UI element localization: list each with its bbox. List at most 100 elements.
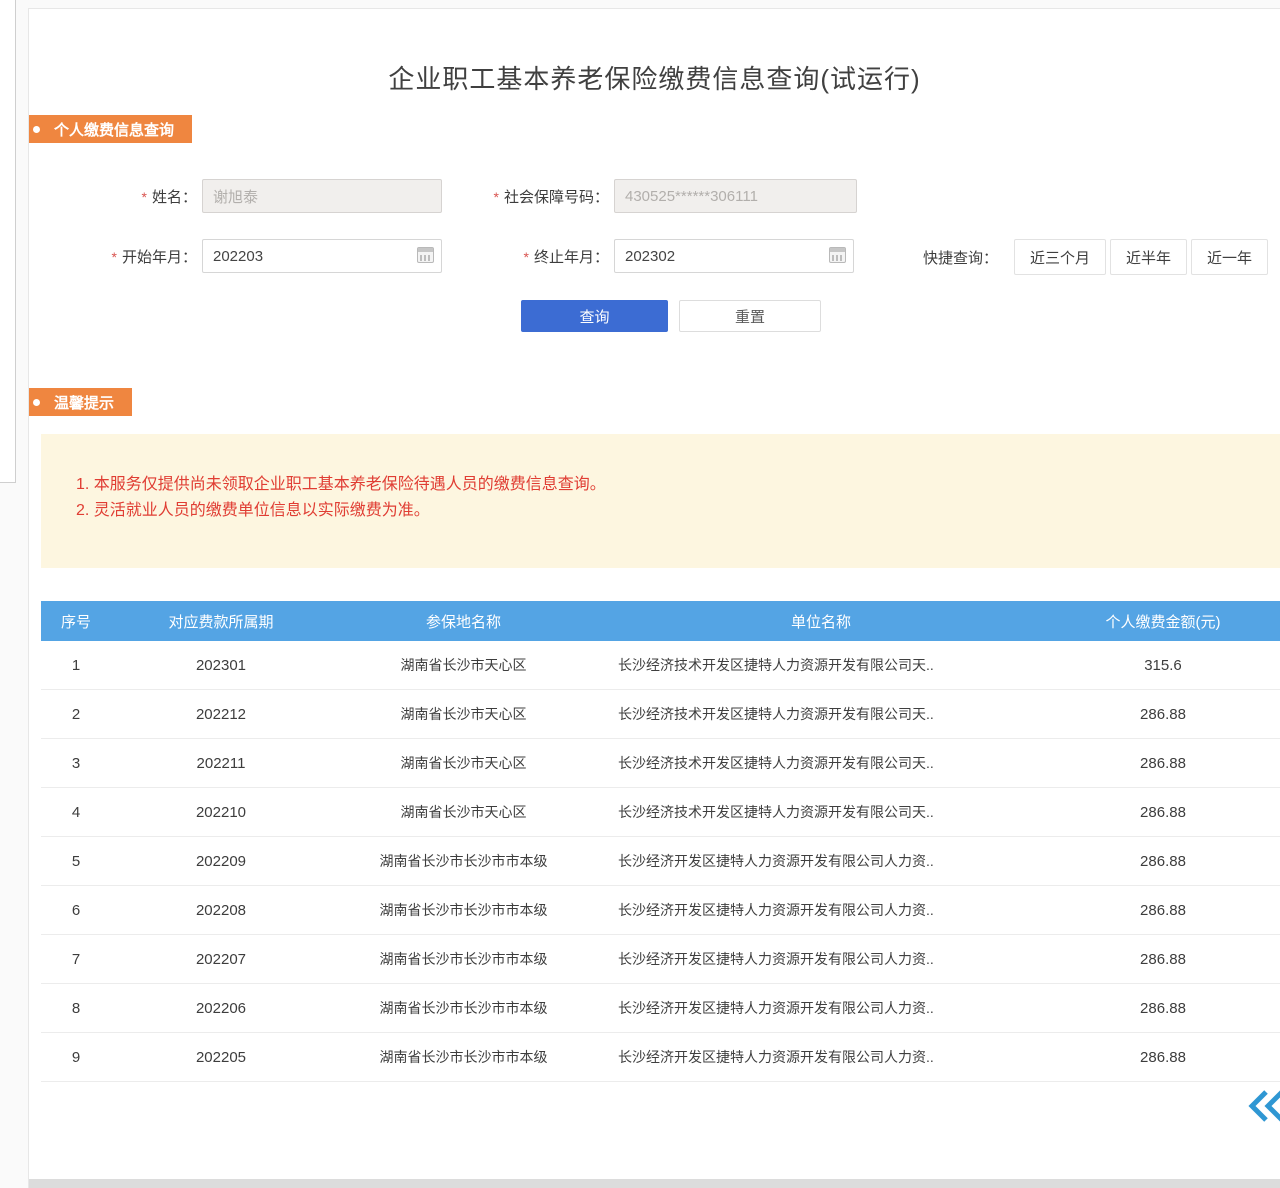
quick-query-label: 快捷查询： xyxy=(923,247,998,268)
col-header-place: 参保地名称 xyxy=(331,611,596,632)
cell-period: 202209 xyxy=(111,853,331,870)
quick-btn-one-year[interactable]: 近一年 xyxy=(1191,239,1268,275)
start-month-field-group: *开始年月： xyxy=(89,239,442,273)
left-sidebar-strip xyxy=(0,0,16,483)
bullet-icon xyxy=(33,126,40,133)
required-asterisk: * xyxy=(494,189,499,205)
cell-company: 长沙经济技术开发区捷特人力资源开发有限公司天.. xyxy=(596,753,1046,773)
cell-place: 湖南省长沙市天心区 xyxy=(331,704,596,724)
quick-btn-3months[interactable]: 近三个月 xyxy=(1014,239,1106,275)
cell-amount: 286.88 xyxy=(1046,853,1280,870)
cell-seq: 2 xyxy=(41,706,111,723)
start-month-input[interactable] xyxy=(202,239,442,273)
cell-place: 湖南省长沙市天心区 xyxy=(331,802,596,822)
cell-amount: 286.88 xyxy=(1046,1049,1280,1066)
cell-amount: 315.6 xyxy=(1046,657,1280,674)
notice-line: 1. 本服务仅提供尚未领取企业职工基本养老保险待遇人员的缴费信息查询。 xyxy=(76,472,1260,498)
cell-place: 湖南省长沙市长沙市市本级 xyxy=(331,900,596,920)
required-asterisk: * xyxy=(524,249,529,265)
col-header-amount: 个人缴费金额(元) xyxy=(1046,611,1280,632)
table-header-row: 序号 对应费款所属期 参保地名称 单位名称 个人缴费金额(元) xyxy=(41,601,1280,641)
cell-company: 长沙经济技术开发区捷特人力资源开发有限公司天.. xyxy=(596,655,1046,675)
required-asterisk: * xyxy=(112,249,117,265)
table-row: 9 202205 湖南省长沙市长沙市市本级 长沙经济开发区捷特人力资源开发有限公… xyxy=(41,1033,1280,1082)
cell-company: 长沙经济开发区捷特人力资源开发有限公司人力资.. xyxy=(596,998,1046,1018)
col-header-seq: 序号 xyxy=(41,611,111,632)
double-left-chevron-icon[interactable] xyxy=(1248,1087,1280,1125)
calendar-icon[interactable] xyxy=(417,247,434,263)
cell-company: 长沙经济技术开发区捷特人力资源开发有限公司天.. xyxy=(596,802,1046,822)
required-asterisk: * xyxy=(142,189,147,205)
cell-company: 长沙经济开发区捷特人力资源开发有限公司人力资.. xyxy=(596,1047,1046,1067)
cell-period: 202206 xyxy=(111,1000,331,1017)
table-row: 4 202210 湖南省长沙市天心区 长沙经济技术开发区捷特人力资源开发有限公司… xyxy=(41,788,1280,837)
cell-seq: 6 xyxy=(41,902,111,919)
end-month-label: *终止年月： xyxy=(469,246,609,267)
cell-place: 湖南省长沙市长沙市市本级 xyxy=(331,851,596,871)
cell-amount: 286.88 xyxy=(1046,951,1280,968)
table-row: 2 202212 湖南省长沙市天心区 长沙经济技术开发区捷特人力资源开发有限公司… xyxy=(41,690,1280,739)
results-table: 序号 对应费款所属期 参保地名称 单位名称 个人缴费金额(元) 1 202301… xyxy=(41,601,1280,1082)
cell-period: 202208 xyxy=(111,902,331,919)
section-badge-label: 个人缴费信息查询 xyxy=(54,119,174,140)
pension-query-page: 企业职工基本养老保险缴费信息查询(试运行) 个人缴费信息查询 *姓名： *社会保… xyxy=(0,0,1280,1188)
cell-place: 湖南省长沙市长沙市市本级 xyxy=(331,998,596,1018)
main-panel: 企业职工基本养老保险缴费信息查询(试运行) 个人缴费信息查询 *姓名： *社会保… xyxy=(28,8,1280,1188)
table-row: 6 202208 湖南省长沙市长沙市市本级 长沙经济开发区捷特人力资源开发有限公… xyxy=(41,886,1280,935)
cell-place: 湖南省长沙市天心区 xyxy=(331,655,596,675)
cell-period: 202207 xyxy=(111,951,331,968)
cell-period: 202205 xyxy=(111,1049,331,1066)
form-actions: 查询 重置 xyxy=(29,300,1280,332)
section-badge-label: 温馨提示 xyxy=(54,392,114,413)
end-month-input[interactable] xyxy=(614,239,854,273)
cell-company: 长沙经济开发区捷特人力资源开发有限公司人力资.. xyxy=(596,851,1046,871)
quick-query-group: 快捷查询： 近三个月 近半年 近一年 xyxy=(923,239,1268,275)
name-label: *姓名： xyxy=(119,186,197,207)
notice-line: 2. 灵活就业人员的缴费单位信息以实际缴费为准。 xyxy=(76,498,1260,524)
table-row: 3 202211 湖南省长沙市天心区 长沙经济技术开发区捷特人力资源开发有限公司… xyxy=(41,739,1280,788)
cell-amount: 286.88 xyxy=(1046,755,1280,772)
reset-button[interactable]: 重置 xyxy=(679,300,821,332)
page-title: 企业职工基本养老保险缴费信息查询(试运行) xyxy=(29,59,1280,96)
cell-amount: 286.88 xyxy=(1046,706,1280,723)
cell-amount: 286.88 xyxy=(1046,1000,1280,1017)
query-button[interactable]: 查询 xyxy=(521,300,668,332)
table-body: 1 202301 湖南省长沙市天心区 长沙经济技术开发区捷特人力资源开发有限公司… xyxy=(41,641,1280,1082)
start-month-label: *开始年月： xyxy=(89,246,197,267)
calendar-icon[interactable] xyxy=(829,247,846,263)
bottom-scrollbar[interactable] xyxy=(29,1179,1280,1188)
ssn-input xyxy=(614,179,857,213)
cell-seq: 8 xyxy=(41,1000,111,1017)
cell-period: 202301 xyxy=(111,657,331,674)
col-header-company: 单位名称 xyxy=(596,611,1046,632)
cell-seq: 1 xyxy=(41,657,111,674)
section-badge-tips: 温馨提示 xyxy=(28,388,132,416)
section-badge-personal-query: 个人缴费信息查询 xyxy=(28,115,192,143)
bullet-icon xyxy=(33,399,40,406)
cell-amount: 286.88 xyxy=(1046,804,1280,821)
notice-box: 1. 本服务仅提供尚未领取企业职工基本养老保险待遇人员的缴费信息查询。 2. 灵… xyxy=(41,434,1280,568)
cell-place: 湖南省长沙市长沙市市本级 xyxy=(331,1047,596,1067)
col-header-period: 对应费款所属期 xyxy=(111,611,331,632)
cell-amount: 286.88 xyxy=(1046,902,1280,919)
cell-period: 202210 xyxy=(111,804,331,821)
cell-place: 湖南省长沙市天心区 xyxy=(331,753,596,773)
ssn-field-group: *社会保障号码： xyxy=(469,179,857,213)
table-row: 1 202301 湖南省长沙市天心区 长沙经济技术开发区捷特人力资源开发有限公司… xyxy=(41,641,1280,690)
quick-btn-half-year[interactable]: 近半年 xyxy=(1110,239,1187,275)
cell-seq: 7 xyxy=(41,951,111,968)
cell-company: 长沙经济技术开发区捷特人力资源开发有限公司天.. xyxy=(596,704,1046,724)
cell-period: 202211 xyxy=(111,755,331,772)
name-field-group: *姓名： xyxy=(119,179,442,213)
cell-seq: 9 xyxy=(41,1049,111,1066)
cell-company: 长沙经济开发区捷特人力资源开发有限公司人力资.. xyxy=(596,900,1046,920)
cell-seq: 4 xyxy=(41,804,111,821)
ssn-label: *社会保障号码： xyxy=(469,186,609,207)
end-month-field-group: *终止年月： xyxy=(469,239,854,273)
cell-seq: 5 xyxy=(41,853,111,870)
cell-seq: 3 xyxy=(41,755,111,772)
cell-company: 长沙经济开发区捷特人力资源开发有限公司人力资.. xyxy=(596,949,1046,969)
name-input xyxy=(202,179,442,213)
table-row: 8 202206 湖南省长沙市长沙市市本级 长沙经济开发区捷特人力资源开发有限公… xyxy=(41,984,1280,1033)
cell-period: 202212 xyxy=(111,706,331,723)
